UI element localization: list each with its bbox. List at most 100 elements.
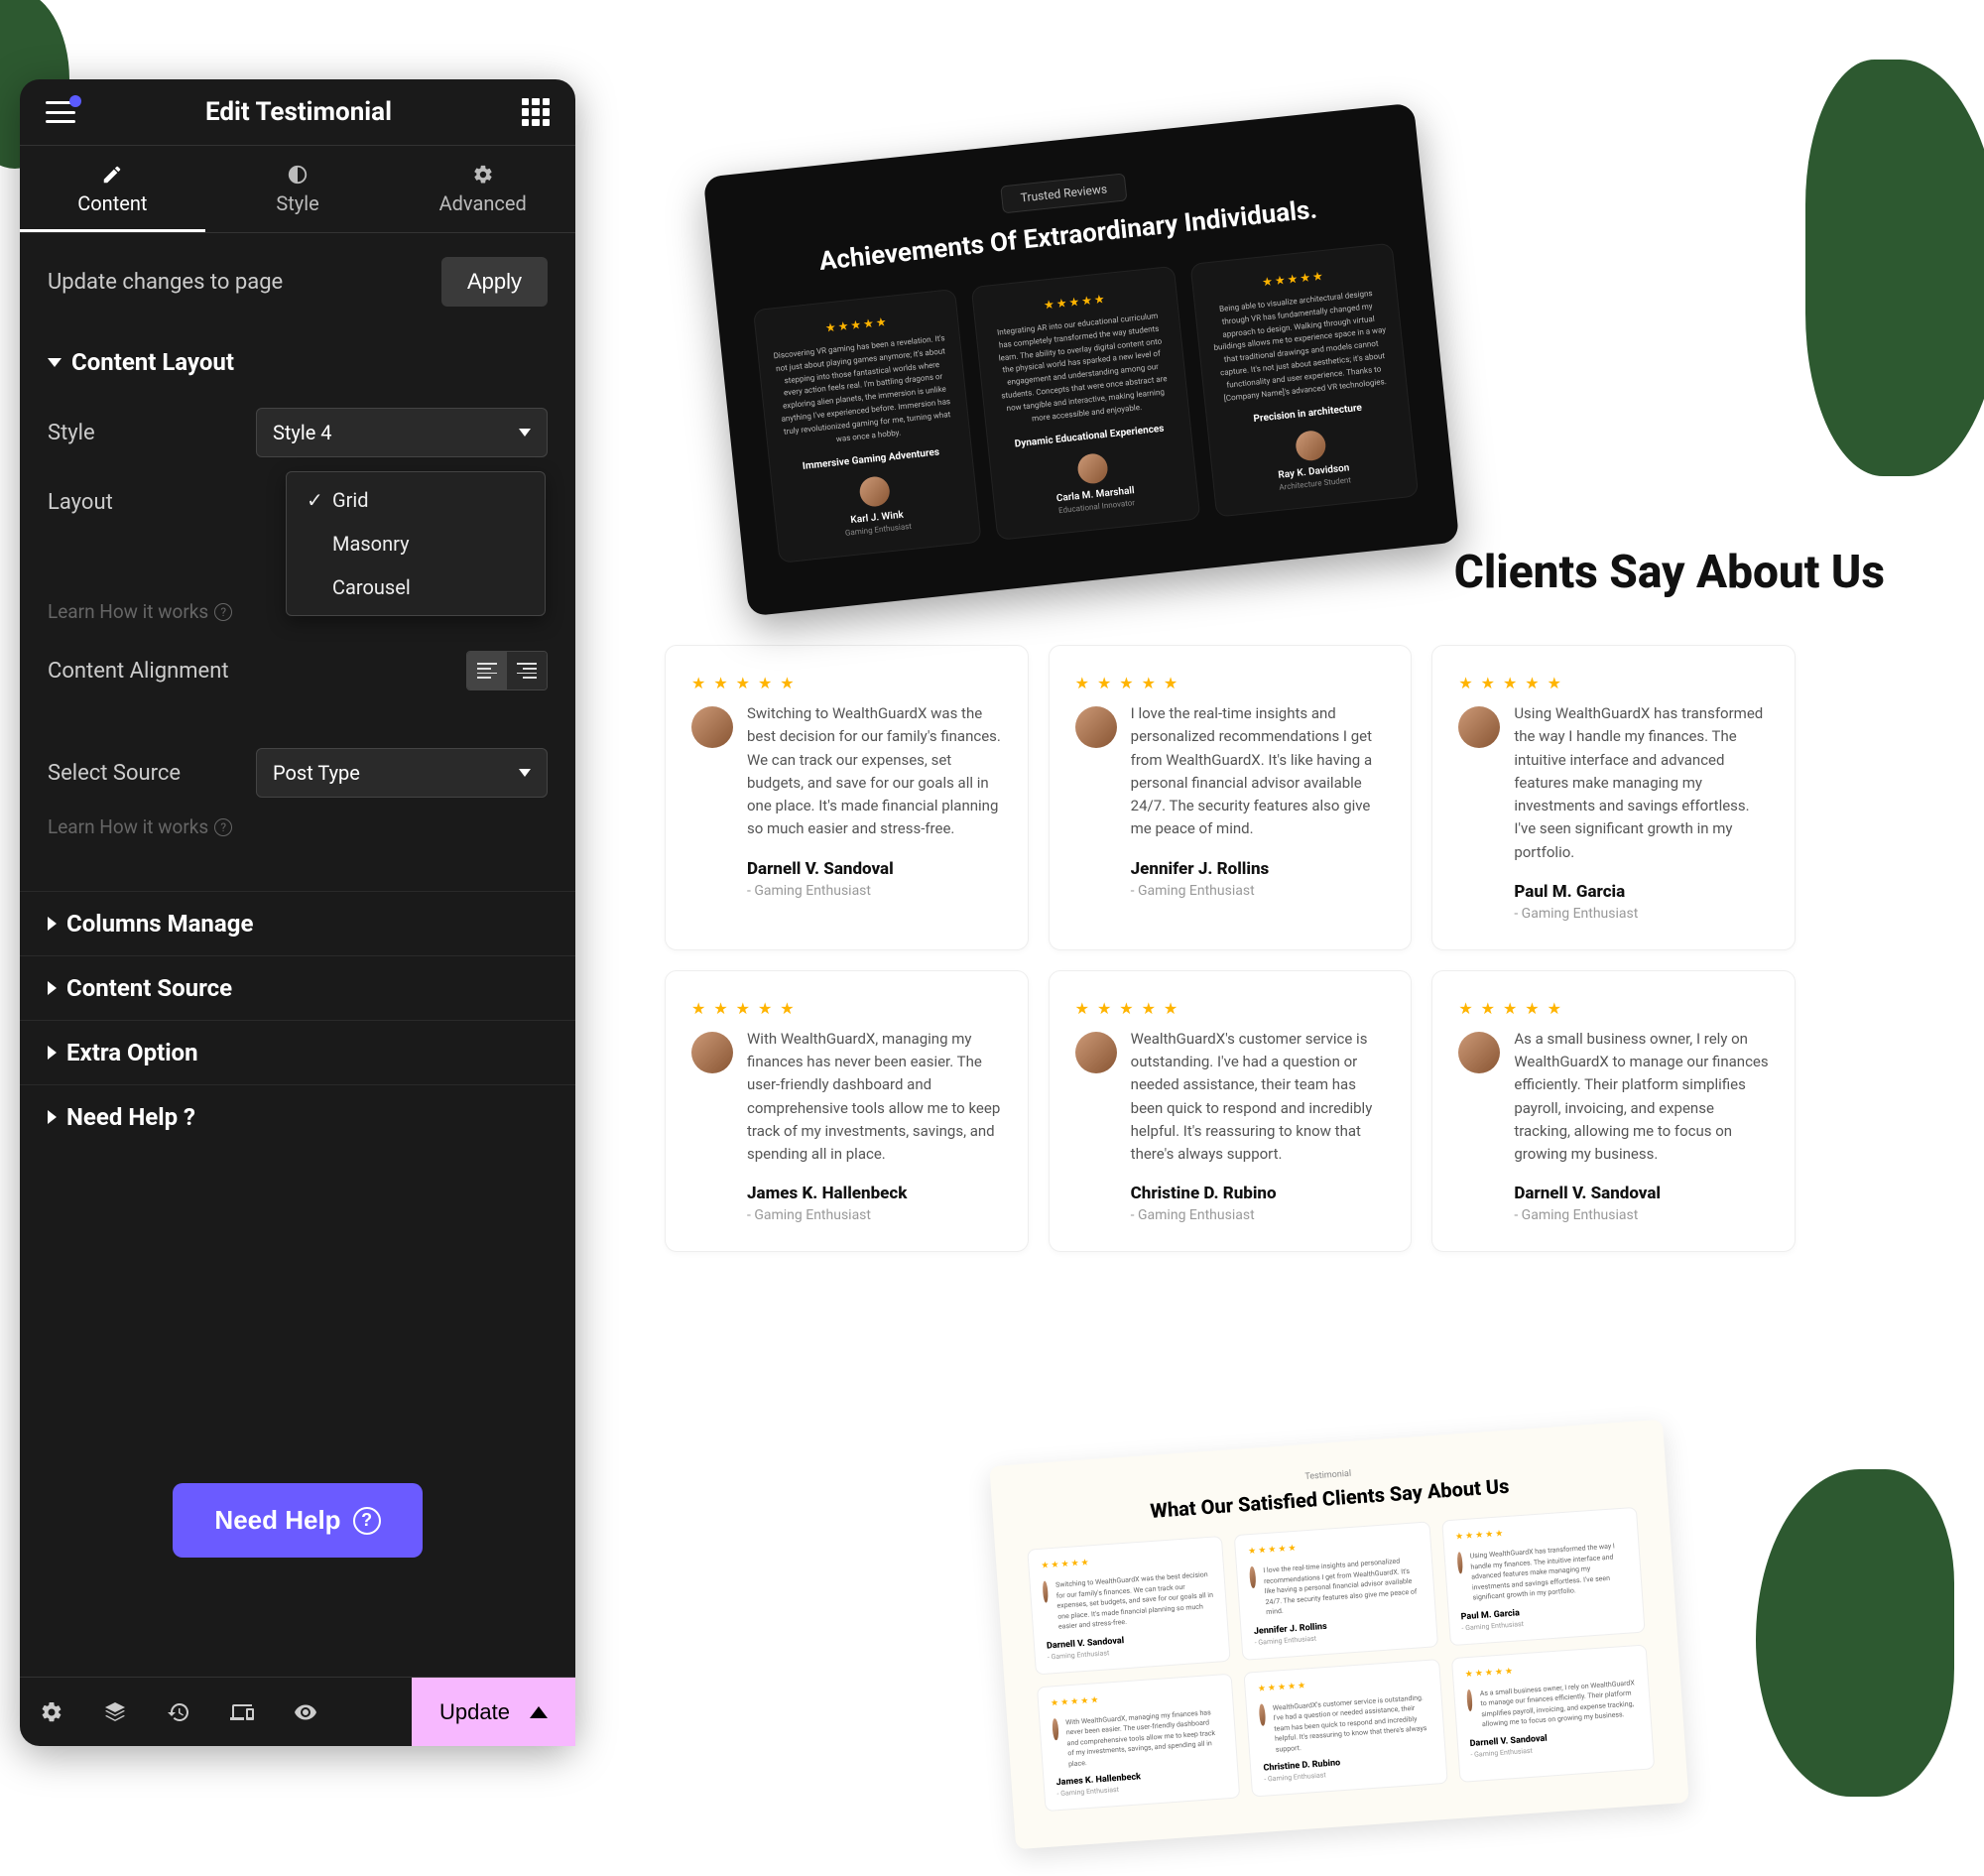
avatar: [858, 475, 891, 508]
mini-testimonial-card: ★★★★★ WealthGuardX's customer service is…: [1244, 1659, 1448, 1798]
avatar: [1456, 1552, 1463, 1573]
pencil-icon: [101, 164, 123, 186]
mini-testimonial-card: ★★★★★ As a small business owner, I rely …: [1451, 1644, 1656, 1783]
preview-area: Trusted Reviews Achievements Of Extraord…: [615, 109, 1924, 1816]
history-button[interactable]: [147, 1678, 210, 1746]
mini-testimonial-card: ★★★★★ With WealthGuardX, managing my fin…: [1037, 1673, 1241, 1812]
tab-content[interactable]: Content: [20, 146, 205, 232]
option-label: Masonry: [332, 532, 410, 556]
testimonial-text: WealthGuardX's customer service is outst…: [1273, 1691, 1432, 1754]
avatar: [691, 706, 733, 748]
update-button[interactable]: Update: [412, 1678, 575, 1746]
layout-option-masonry[interactable]: Masonry: [287, 522, 545, 565]
panel-title: Edit Testimonial: [75, 97, 522, 127]
settings-button[interactable]: [20, 1678, 83, 1746]
menu-icon[interactable]: [46, 101, 75, 123]
avatar: [1075, 1032, 1117, 1073]
update-label: Update: [439, 1699, 510, 1725]
alignment-label: Content Alignment: [48, 659, 256, 684]
rating-stars: ★ ★ ★ ★ ★: [1075, 674, 1386, 692]
caret-right-icon: [48, 1046, 57, 1060]
avatar: [1458, 706, 1500, 748]
hint-text: Learn How it works: [48, 815, 208, 838]
testimonial-name: Paul M. Garcia: [1514, 882, 1769, 902]
mini-testimonial-card: ★★★★★ Switching to WealthGuardX was the …: [1027, 1536, 1231, 1675]
hint-text: Learn How it works: [48, 600, 208, 623]
alignment-group: [466, 651, 548, 690]
tab-style[interactable]: Style: [205, 146, 391, 232]
option-label: Grid: [332, 488, 369, 512]
testimonial-text: With WealthGuardX, managing my finances …: [1065, 1706, 1225, 1769]
testimonial-text: Integrating AR into our educational curr…: [990, 310, 1174, 429]
mini-testimonial-card: ★★★★★ I love the real-time insights and …: [1234, 1521, 1438, 1660]
testimonial-name: Jennifer J. Rollins: [1131, 859, 1386, 879]
caret-right-icon: [48, 981, 57, 995]
align-left-button[interactable]: [467, 652, 507, 689]
testimonial-card: ★ ★ ★ ★ ★ As a small business owner, I r…: [1431, 970, 1796, 1253]
layout-option-carousel[interactable]: Carousel: [287, 565, 545, 609]
help-icon: ?: [214, 603, 232, 621]
preview-button[interactable]: [274, 1678, 337, 1746]
layers-icon: [103, 1700, 127, 1724]
testimonial-card: ★ ★ ★ ★ ★ Switching to WealthGuardX was …: [665, 645, 1029, 950]
mini-testimonial-card: ★★★★★ Using WealthGuardX has transformed…: [1441, 1507, 1646, 1646]
dark-testimonial-item: ★★★★★ Discovering VR gaming has been a r…: [753, 289, 982, 563]
testimonial-role: - Gaming Enthusiast: [1514, 1207, 1769, 1223]
apps-icon[interactable]: [522, 98, 550, 126]
testimonial-role: - Gaming Enthusiast: [1131, 1207, 1386, 1223]
avatar: [1076, 452, 1109, 485]
help-button-label: Need Help: [214, 1505, 340, 1536]
testimonial-tag: Dynamic Educational Experiences: [1002, 423, 1177, 451]
testimonial-role: - Gaming Enthusiast: [747, 883, 1002, 899]
style-select[interactable]: Style 4: [256, 408, 548, 457]
testimonial-text: I love the real-time insights and person…: [1131, 702, 1386, 841]
caret-right-icon: [48, 1110, 57, 1124]
testimonial-role: - Gaming Enthusiast: [747, 1207, 1002, 1223]
testimonial-text: Using WealthGuardX has transformed the w…: [1514, 702, 1769, 864]
layout-option-grid[interactable]: ✓Grid: [287, 478, 545, 522]
testimonial-name: Darnell V. Sandoval: [1514, 1184, 1769, 1203]
testimonial-name: Christine D. Rubino: [1131, 1184, 1386, 1203]
testimonial-text: With WealthGuardX, managing my finances …: [747, 1028, 1002, 1167]
section-columns[interactable]: Columns Manage: [20, 892, 575, 955]
rating-stars: ★★★★★: [1455, 1521, 1626, 1543]
testimonial-grid: ★ ★ ★ ★ ★ Switching to WealthGuardX was …: [665, 645, 1796, 1252]
section-extra[interactable]: Extra Option: [20, 1021, 575, 1084]
section-content-source[interactable]: Content Source: [20, 956, 575, 1020]
tab-advanced[interactable]: Advanced: [390, 146, 575, 232]
layout-label: Layout: [48, 490, 256, 515]
dark-testimonial-item: ★★★★★ Being able to visualize architectu…: [1189, 243, 1419, 518]
need-help-button[interactable]: Need Help ?: [173, 1483, 422, 1558]
editor-panel: Edit Testimonial Content Style Advanced …: [20, 79, 575, 1746]
avatar: [1458, 1032, 1500, 1073]
align-right-button[interactable]: [507, 652, 547, 689]
testimonial-text: Being able to visualize architectural de…: [1209, 287, 1393, 406]
section-content-layout[interactable]: Content Layout: [20, 330, 575, 394]
devices-icon: [230, 1700, 254, 1724]
section-title: Extra Option: [66, 1039, 198, 1066]
hint[interactable]: Learn How it works ?: [20, 812, 575, 852]
testimonial-text: I love the real-time insights and person…: [1263, 1555, 1423, 1617]
source-value: Post Type: [273, 761, 360, 785]
testimonial-text: As a small business owner, I rely on Wea…: [1479, 1678, 1638, 1730]
mini-testimonial-card: Testimonial What Our Satisfied Clients S…: [989, 1420, 1688, 1849]
dark-testimonial-item: ★★★★★ Integrating AR into our educationa…: [971, 266, 1200, 541]
layers-button[interactable]: [83, 1678, 147, 1746]
avatar: [1075, 706, 1117, 748]
responsive-button[interactable]: [210, 1678, 274, 1746]
rating-stars: ★ ★ ★ ★ ★: [691, 999, 1002, 1018]
apply-button[interactable]: Apply: [441, 257, 548, 307]
source-select[interactable]: Post Type: [256, 748, 548, 798]
testimonial-role: - Gaming Enthusiast: [1131, 883, 1386, 899]
rating-stars: ★★★★★: [1051, 1687, 1221, 1708]
testimonial-tag: Immersive Gaming Adventures: [784, 445, 958, 474]
testimonial-card: ★ ★ ★ ★ ★ With WealthGuardX, managing my…: [665, 970, 1029, 1253]
testimonial-card: ★ ★ ★ ★ ★ WealthGuardX's customer servic…: [1049, 970, 1413, 1253]
avatar: [691, 1032, 733, 1073]
testimonial-text: WealthGuardX's customer service is outst…: [1131, 1028, 1386, 1167]
testimonial-text: Switching to WealthGuardX was the best d…: [747, 702, 1002, 841]
help-icon: ?: [214, 818, 232, 836]
tab-label: Advanced: [390, 191, 575, 215]
chevron-down-icon: [519, 429, 531, 437]
section-help[interactable]: Need Help ?: [20, 1085, 575, 1149]
